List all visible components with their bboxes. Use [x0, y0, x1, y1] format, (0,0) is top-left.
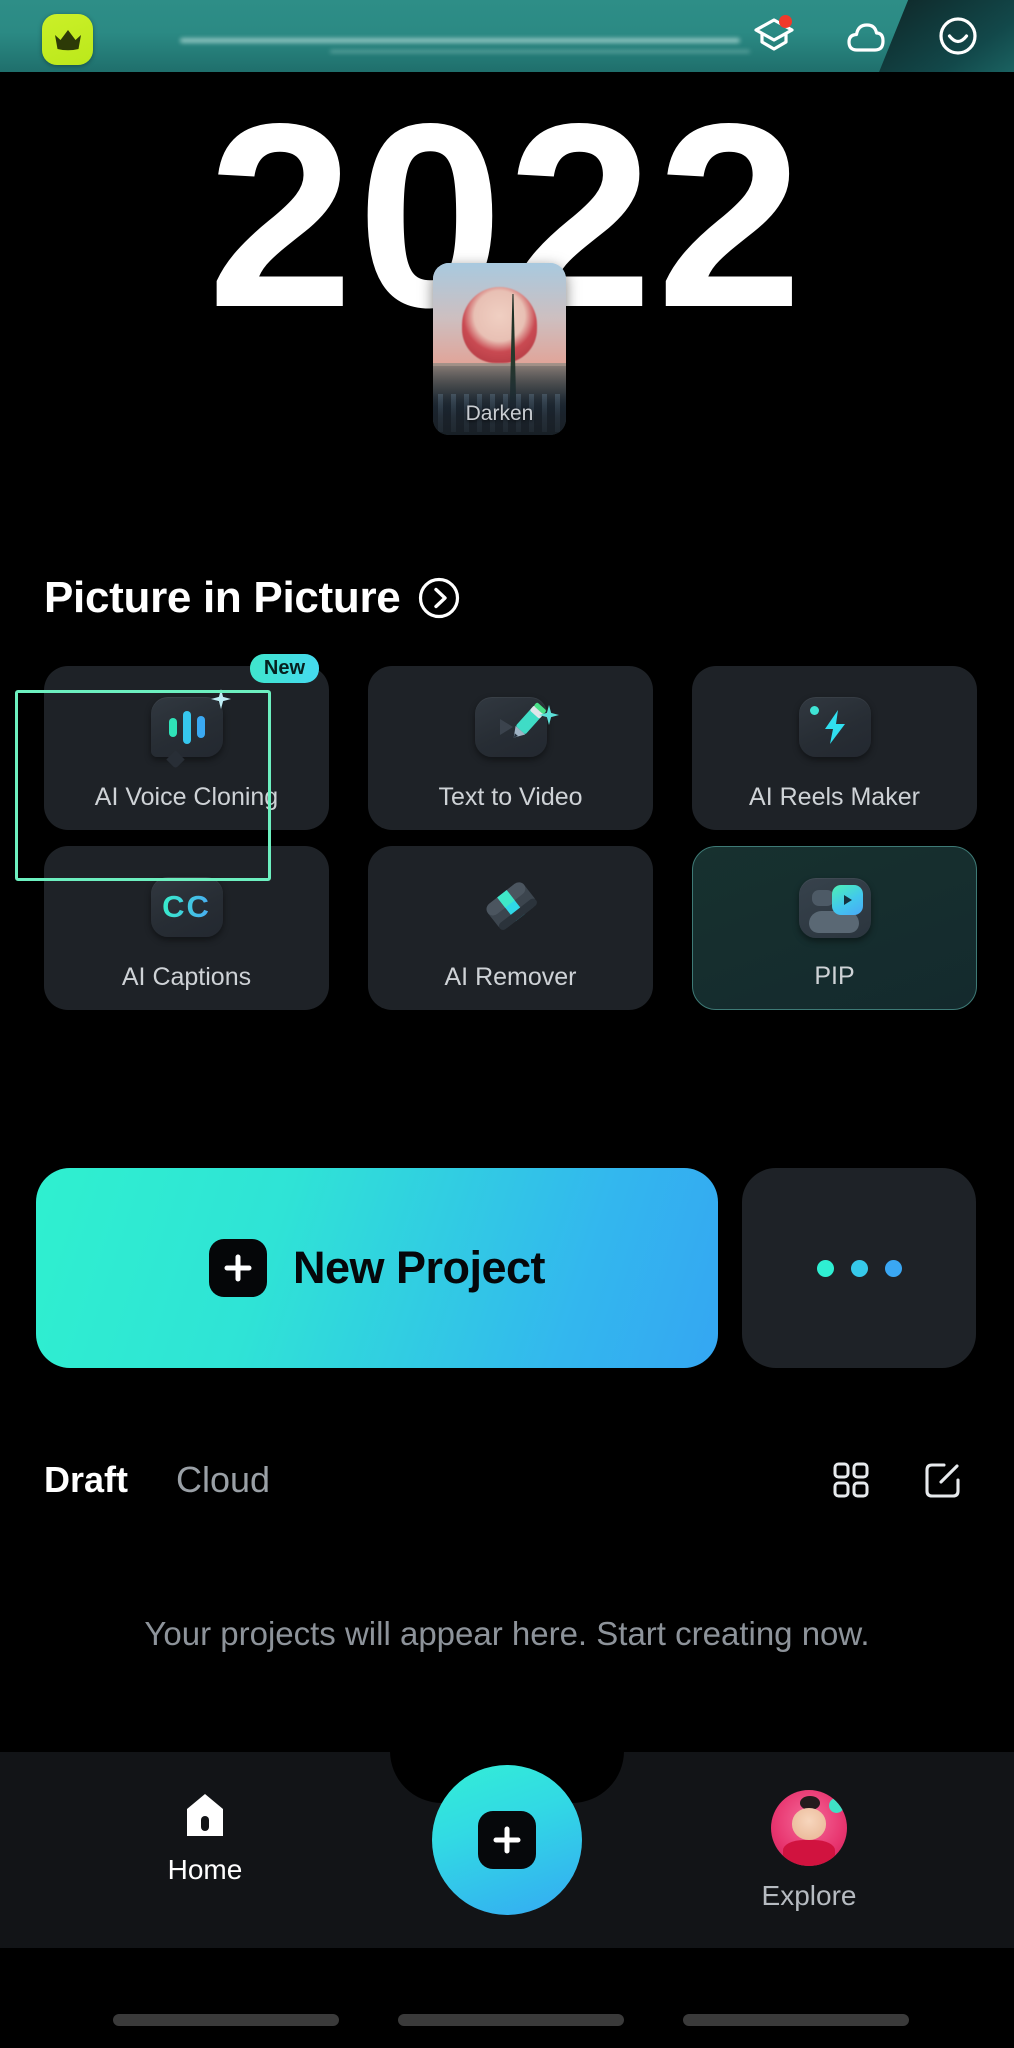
nav-create-button[interactable]: [432, 1765, 582, 1915]
tool-card-ai-reels-maker[interactable]: AI Reels Maker: [692, 666, 977, 830]
thumbnail-portrait: [462, 287, 537, 363]
tutorial-button[interactable]: [750, 12, 798, 60]
new-badge: New: [249, 654, 319, 683]
system-nav-recents[interactable]: [683, 2014, 909, 2026]
pro-crown-badge[interactable]: [42, 14, 93, 65]
new-project-label: New Project: [292, 1242, 546, 1293]
header-icon-row: [750, 12, 982, 60]
plus-icon: [478, 1811, 536, 1869]
thumbnail-label: Darken: [433, 393, 566, 435]
empty-state-message: Your projects will appear here. Start cr…: [144, 1615, 870, 1652]
avatar-face: [791, 1808, 827, 1841]
tab-draft[interactable]: Draft: [44, 1459, 128, 1501]
explore-avatar-icon: [771, 1790, 847, 1866]
lightning-bolt-icon: [792, 688, 878, 766]
tool-grid: New AI Voice Cloning Text to Video AI Re…: [44, 654, 977, 1010]
eraser-icon: [468, 868, 554, 946]
edit-square-icon: [925, 1463, 960, 1498]
notification-dot: [779, 15, 792, 28]
home-icon: [187, 1794, 223, 1836]
nav-item-home[interactable]: Home: [100, 1790, 310, 1886]
hero-effect-thumbnail[interactable]: Darken: [433, 263, 566, 435]
cc-icon: CC: [144, 868, 230, 946]
cloud-button[interactable]: [842, 12, 890, 60]
avatar-body: [783, 1840, 835, 1866]
sparkle-icon: [210, 689, 231, 709]
tool-card-ai-voice-cloning[interactable]: New AI Voice Cloning: [44, 654, 329, 830]
crown-icon: [54, 29, 81, 50]
cloud-icon: [847, 23, 885, 52]
edit-button[interactable]: [916, 1453, 970, 1507]
section-header-picture-in-picture[interactable]: Picture in Picture: [0, 560, 1014, 636]
bolt-glyph: [824, 710, 845, 744]
system-navigation-bar: [0, 1948, 1014, 2048]
hero-banner: 2022 Darken: [0, 0, 1014, 530]
grid-view-icon: [833, 1462, 869, 1498]
voice-waveform-bubble-icon: [144, 688, 231, 769]
pencil-play-icon: [468, 688, 559, 766]
tool-label: AI Reels Maker: [749, 783, 920, 811]
bottom-navigation-bar: Home Explore: [0, 1751, 1014, 1948]
system-nav-home[interactable]: [398, 2014, 624, 2026]
tool-card-text-to-video[interactable]: Text to Video: [368, 666, 653, 830]
tool-card-ai-remover[interactable]: AI Remover: [368, 846, 653, 1010]
system-nav-back[interactable]: [113, 2014, 339, 2026]
nav-label-explore: Explore: [761, 1880, 857, 1911]
grid-view-button[interactable]: [824, 1453, 878, 1507]
tool-label: Text to Video: [438, 783, 583, 811]
nav-label-home: Home: [167, 1854, 243, 1885]
cc-glyph: CC: [162, 889, 211, 924]
tool-card-pip[interactable]: PIP: [692, 846, 977, 1010]
more-options-button[interactable]: [742, 1168, 976, 1368]
picture-in-picture-icon: [792, 869, 878, 947]
tool-card-ai-captions[interactable]: CC AI Captions: [44, 846, 329, 1010]
photo-streak-secondary: [330, 50, 750, 53]
tab-cloud[interactable]: Cloud: [176, 1459, 270, 1501]
new-project-button[interactable]: New Project: [36, 1168, 718, 1368]
dot-2: [850, 1259, 868, 1277]
primary-actions-row: New Project: [36, 1168, 976, 1368]
three-dots-icon: [816, 1259, 834, 1277]
sparkle-icon: [538, 705, 559, 725]
page-title: Picture in Picture: [44, 573, 401, 622]
profile-button[interactable]: [934, 12, 982, 60]
smiley-profile-icon: [939, 17, 977, 55]
tool-label: AI Voice Cloning: [94, 783, 279, 811]
tool-label: PIP: [814, 962, 855, 990]
chevron-right-circle-icon[interactable]: [416, 575, 462, 621]
tool-label: AI Captions: [121, 963, 252, 991]
eraser-glyph: [486, 882, 537, 930]
dot-3: [884, 1259, 902, 1277]
plus-square-icon: [208, 1239, 267, 1297]
nav-item-explore[interactable]: Explore: [704, 1790, 914, 1912]
projects-toolbar: Draft Cloud: [0, 1440, 1014, 1520]
photo-streak: [180, 38, 740, 43]
tool-label: AI Remover: [444, 963, 577, 991]
avatar-badge: [828, 1797, 844, 1813]
